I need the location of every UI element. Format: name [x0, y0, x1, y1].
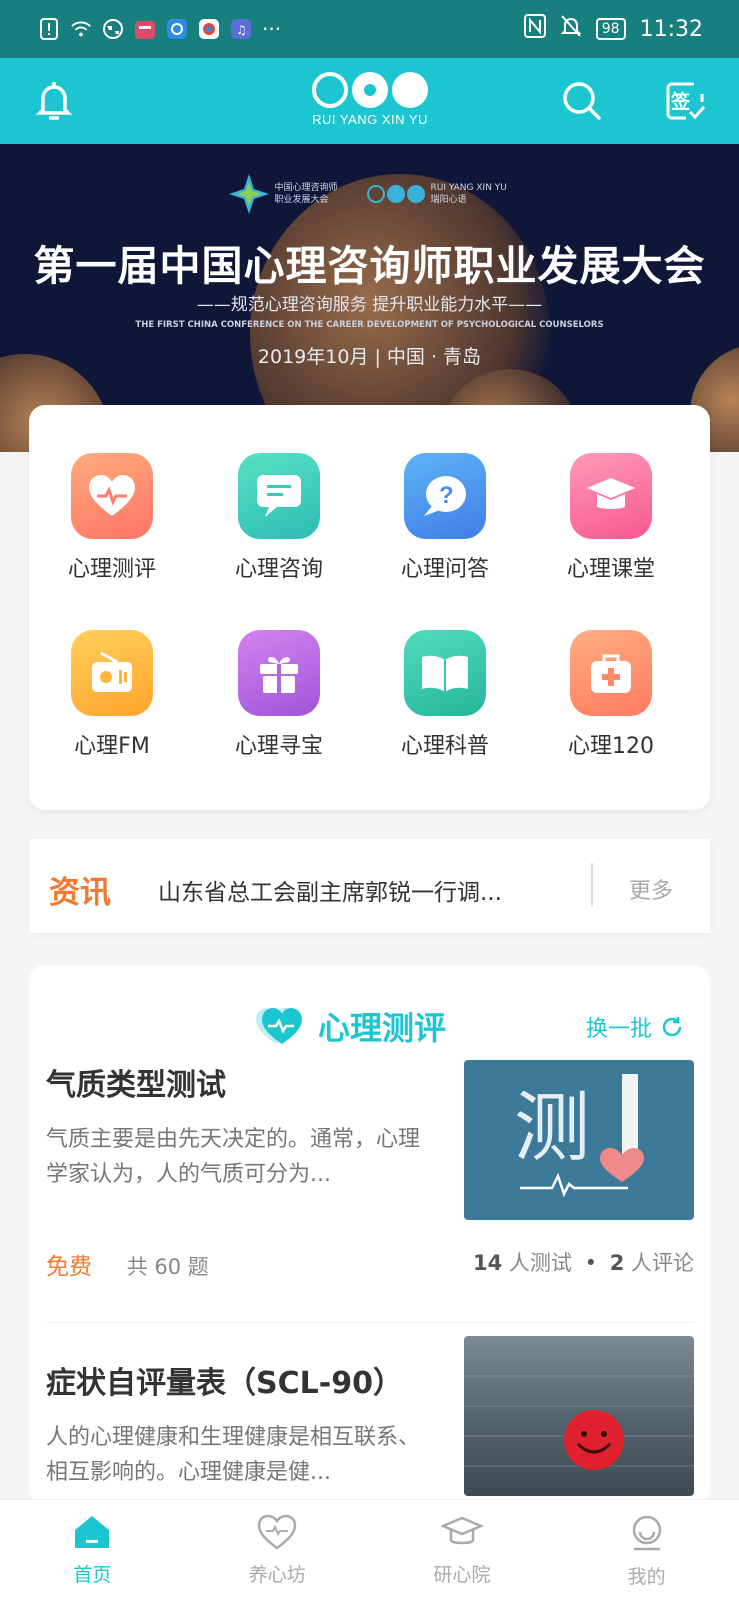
- grid-item-classroom[interactable]: 心理课堂: [528, 453, 694, 583]
- question-count: 共 60 题: [126, 1255, 209, 1279]
- heart-pulse-icon: [89, 475, 135, 516]
- gift-icon: [260, 657, 298, 693]
- notification-bell-icon[interactable]: [34, 78, 74, 124]
- heart-pulse-icon: [520, 1148, 644, 1198]
- radio-icon: [92, 651, 132, 692]
- assessment-desc: 人的心理健康和生理健康是相互联系、相互影响的。心理健康是健...: [46, 1425, 421, 1485]
- clock: 11:32: [639, 16, 703, 42]
- grid-item-label: 心理寻宝: [234, 734, 323, 759]
- news-headline[interactable]: 山东省总工会副主席郭锐一行调...: [158, 873, 548, 907]
- assessment-item[interactable]: 气质类型测试 气质主要是由先天决定的。通常，心理学家认为，人的气质可分为... …: [46, 1060, 694, 1220]
- battery-indicator: 98: [595, 18, 626, 40]
- first-aid-icon: [591, 654, 631, 693]
- feature-grid: 心理测评 心理咨询 ? 心理问答 心理课堂 心理FM 心理寻宝 心理科普 心理1…: [29, 405, 710, 810]
- news-divider: [591, 863, 593, 907]
- conference-logo-text: 中国心理咨询师 职业发展大会: [274, 183, 338, 205]
- grid-item-science[interactable]: 心理科普: [362, 630, 528, 760]
- grid-item-treasure[interactable]: 心理寻宝: [196, 630, 362, 760]
- nfc-icon: [523, 14, 546, 44]
- svg-text:♫: ♫: [236, 23, 247, 37]
- tester-label: 人测试: [508, 1251, 572, 1275]
- heart-icon: [257, 1514, 297, 1550]
- nav-institute[interactable]: 研心院: [370, 1500, 555, 1600]
- brand-logo: RUI YANG XIN YU: [300, 72, 440, 127]
- mute-bell-icon: [560, 14, 582, 44]
- heart-pulse-icon: [256, 1008, 302, 1044]
- shop-app-icon: [134, 18, 156, 40]
- assessment-stats: 14 人测试 • 2 人评论: [473, 1247, 694, 1277]
- profile-icon: [632, 1515, 661, 1551]
- grid-item-label: 心理咨询: [234, 557, 323, 582]
- grid-item-120[interactable]: 心理120: [528, 630, 694, 760]
- nav-label: 我的: [627, 1566, 666, 1588]
- graduation-cap-icon: [439, 1516, 485, 1545]
- nav-label: 首页: [73, 1564, 112, 1586]
- grid-item-consult[interactable]: 心理咨询: [196, 453, 362, 583]
- book-icon: [422, 655, 468, 692]
- grid-item-label: 心理120: [568, 734, 654, 759]
- app-header: RUI YANG XIN YU 签: [0, 58, 739, 144]
- comment-count: 2: [609, 1251, 625, 1275]
- chat-icon: [257, 475, 301, 517]
- status-bar: ♫ ··· 98 11:32: [0, 0, 739, 58]
- smiley-ball-icon: [464, 1375, 694, 1470]
- alert-icon: [38, 18, 60, 40]
- stats-separator: •: [584, 1251, 597, 1275]
- logo-text: RUI YANG XIN YU: [312, 112, 428, 127]
- price-tag: 免费: [46, 1254, 92, 1280]
- news-more-link[interactable]: 更多: [629, 873, 673, 905]
- tester-count: 14: [473, 1251, 503, 1275]
- assessment-image: 测: [464, 1060, 694, 1220]
- grid-item-label: 心理科普: [400, 734, 489, 759]
- grid-item-qa[interactable]: ? 心理问答: [362, 453, 528, 583]
- sign-in-label: 签: [671, 91, 691, 113]
- browser-app-icon: [166, 18, 188, 40]
- comment-label: 人评论: [631, 1251, 694, 1275]
- brand-circles-icon: [366, 185, 425, 203]
- banner-english-title: THE FIRST CHINA CONFERENCE ON THE CAREER…: [135, 320, 604, 330]
- refresh-icon: [662, 1017, 682, 1037]
- assessment-meta: 免费 共 60 题 14 人测试 • 2 人评论: [46, 1247, 694, 1281]
- news-ticker: 资讯 山东省总工会副主席郭锐一行调... 更多: [29, 839, 710, 933]
- grid-item-label: 心理问答: [400, 557, 489, 582]
- more-notifications: ···: [262, 17, 282, 41]
- refresh-label: 换一批: [586, 1017, 653, 1042]
- grid-item-assessment[interactable]: 心理测评: [29, 453, 195, 583]
- section-title: 心理测评: [254, 1003, 446, 1049]
- chrome-app-icon: [198, 18, 220, 40]
- wifi-icon: [70, 18, 92, 40]
- sign-in-button[interactable]: 签: [664, 80, 706, 122]
- refresh-button[interactable]: 换一批: [586, 1011, 684, 1043]
- graduation-cap-icon: [587, 478, 635, 509]
- home-icon: [75, 1516, 110, 1548]
- assessment-image: [464, 1336, 694, 1496]
- banner-logos: 中国心理咨询师 职业发展大会 RUI YANG XIN YU 瑞阳心语: [0, 174, 739, 214]
- svg-text:?: ?: [439, 482, 454, 509]
- music-app-icon: ♫: [230, 18, 252, 40]
- nav-wellness[interactable]: 养心坊: [185, 1500, 370, 1600]
- assessment-section: 心理测评 换一批 气质类型测试 气质主要是由先天决定的。通常，心理学家认为，人的…: [29, 965, 710, 1505]
- bottom-nav: 首页 养心坊 研心院 我的: [0, 1499, 739, 1600]
- globe-icon: [102, 18, 124, 40]
- section-title-text: 心理测评: [318, 1009, 447, 1047]
- grid-item-label: 心理测评: [67, 557, 156, 582]
- assessment-item[interactable]: 症状自评量表（SCL-90） 人的心理健康和生理健康是相互联系、相互影响的。心理…: [46, 1336, 694, 1496]
- question-icon: ?: [424, 476, 466, 516]
- nav-label: 研心院: [433, 1564, 491, 1586]
- conference-logo-icon: [228, 174, 269, 214]
- nav-home[interactable]: 首页: [0, 1500, 185, 1600]
- banner-subtitle: ——规范心理咨询服务 提升职业能力水平——: [196, 295, 543, 315]
- item-divider: [46, 1322, 694, 1323]
- grid-item-fm[interactable]: 心理FM: [29, 630, 195, 760]
- brand-logo-text: RUI YANG XIN YU 瑞阳心语: [430, 183, 507, 205]
- search-icon[interactable]: [561, 80, 603, 122]
- assessment-desc: 气质主要是由先天决定的。通常，心理学家认为，人的气质可分为...: [46, 1127, 421, 1187]
- banner-date: 2019年10月 | 中国 · 青岛: [257, 346, 482, 368]
- nav-profile[interactable]: 我的: [554, 1500, 739, 1600]
- nav-label: 养心坊: [248, 1564, 306, 1586]
- grid-item-label: 心理课堂: [566, 557, 655, 582]
- grid-item-label: 心理FM: [74, 734, 150, 759]
- news-tag: 资讯: [49, 875, 111, 911]
- banner-title: 第一届中国心理咨询师职业发展大会: [33, 242, 706, 290]
